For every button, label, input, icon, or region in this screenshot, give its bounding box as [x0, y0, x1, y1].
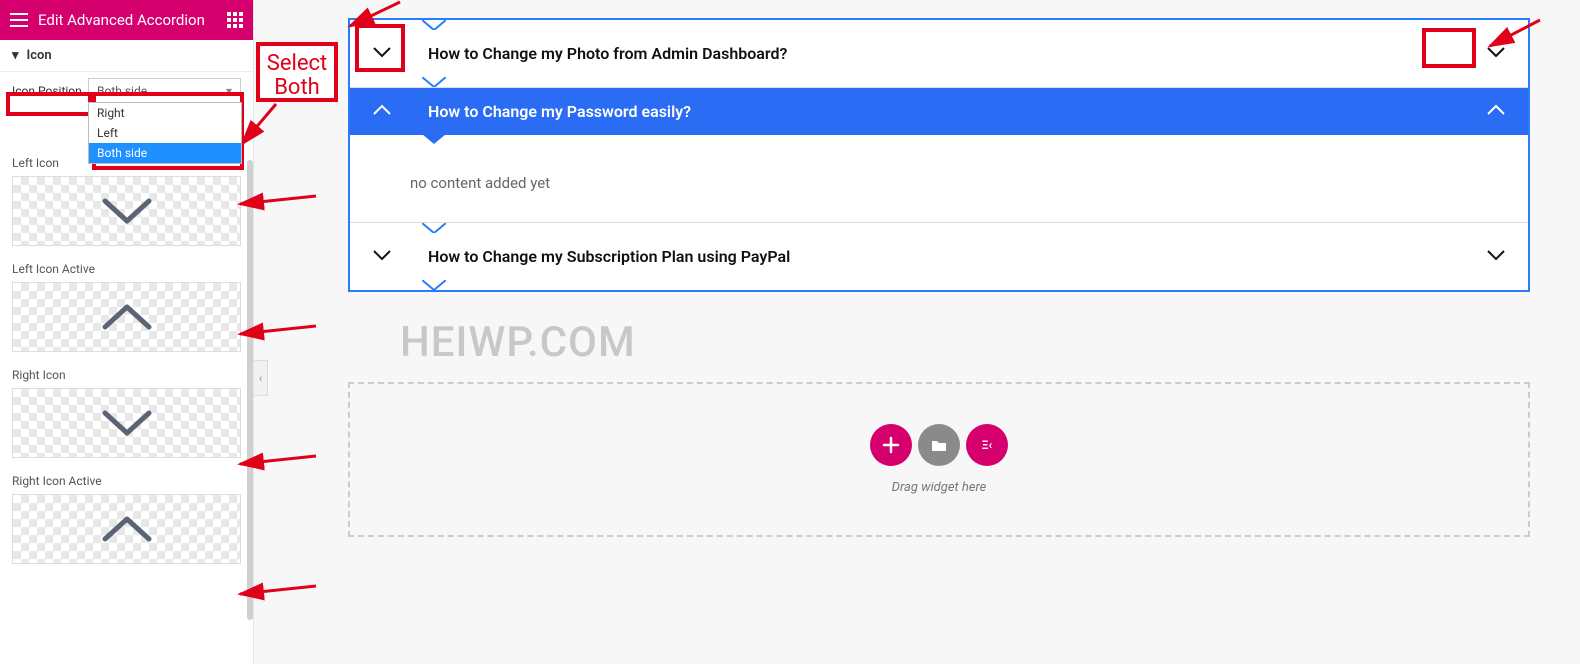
- section-icon-label: Icon: [27, 48, 52, 63]
- right-icon-active-preview[interactable]: [12, 494, 241, 564]
- right-icon-active-label: Right Icon Active: [0, 464, 253, 494]
- icon-position-option-both[interactable]: Both side: [89, 143, 241, 163]
- chevron-up-icon: [372, 102, 392, 121]
- accordion-item: How to Change my Password easily? no con…: [350, 88, 1528, 223]
- accordion-title: How to Change my Password easily?: [428, 102, 691, 121]
- left-icon-active-preview[interactable]: [12, 282, 241, 352]
- accordion-header-1[interactable]: How to Change my Photo from Admin Dashbo…: [350, 30, 1528, 77]
- left-icon-preview[interactable]: [12, 176, 241, 246]
- chevron-down-icon: [97, 405, 157, 441]
- sidebar-collapse-handle[interactable]: ‹: [254, 360, 268, 396]
- chevron-down-icon: [1486, 44, 1506, 63]
- drop-label: Drag widget here: [892, 480, 987, 495]
- accordion-body: no content added yet: [350, 144, 1528, 222]
- accordion-header-3[interactable]: How to Change my Subscription Plan using…: [350, 233, 1528, 280]
- left-icon-active-label: Left Icon Active: [0, 252, 253, 282]
- accordion-notch: [422, 223, 446, 233]
- sidebar-header: Edit Advanced Accordion: [0, 0, 253, 40]
- chevron-up-icon: [1486, 102, 1506, 121]
- drop-buttons: Ξ‹: [870, 424, 1008, 466]
- accordion-header-2[interactable]: How to Change my Password easily?: [350, 88, 1528, 135]
- elementskit-button[interactable]: Ξ‹: [966, 424, 1008, 466]
- icon-position-option-right[interactable]: Right: [89, 103, 241, 123]
- editor-sidebar: Edit Advanced Accordion ▾ Icon Icon Posi…: [0, 0, 254, 664]
- chevron-down-icon: [1486, 247, 1506, 266]
- chevron-down-icon: [372, 247, 392, 266]
- section-icon-toggle[interactable]: ▾ Icon: [0, 40, 253, 72]
- chevron-down-icon: ▾: [226, 84, 232, 98]
- accordion-notch: [422, 77, 446, 87]
- accordion-notch: [422, 20, 446, 30]
- icon-position-label: Icon Position: [12, 84, 88, 98]
- icon-position-dropdown: Right Left Both side: [88, 102, 242, 164]
- accordion-item: How to Change my Photo from Admin Dashbo…: [350, 30, 1528, 88]
- accordion-item: How to Change my Subscription Plan using…: [350, 223, 1528, 290]
- add-section-button[interactable]: [870, 424, 912, 466]
- plus-icon: [882, 436, 900, 454]
- right-icon-preview[interactable]: [12, 388, 241, 458]
- sidebar-scrollbar[interactable]: [247, 160, 253, 620]
- icon-position-row: Icon Position Both side ▾ Right Left Bot…: [0, 72, 253, 106]
- advanced-accordion-widget[interactable]: How to Change my Photo from Admin Dashbo…: [348, 18, 1530, 292]
- right-icon-label: Right Icon: [0, 358, 253, 388]
- accordion-title: How to Change my Photo from Admin Dashbo…: [428, 44, 787, 63]
- drop-widget-area[interactable]: Ξ‹ Drag widget here: [348, 382, 1530, 537]
- add-template-button[interactable]: [918, 424, 960, 466]
- svg-text:Ξ‹: Ξ‹: [982, 438, 993, 452]
- icon-position-value: Both side: [97, 84, 147, 98]
- caret-down-icon: ▾: [12, 48, 19, 63]
- sidebar-title: Edit Advanced Accordion: [38, 11, 205, 29]
- chevron-down-icon: [372, 44, 392, 63]
- accordion-notch: [422, 280, 446, 290]
- accordion-notch: [422, 134, 446, 144]
- chevron-up-icon: [97, 299, 157, 335]
- icon-position-option-left[interactable]: Left: [89, 123, 241, 143]
- folder-icon: [930, 436, 948, 454]
- widgets-grid-icon[interactable]: [227, 12, 243, 28]
- chevron-up-icon: [97, 511, 157, 547]
- chevron-down-icon: [97, 193, 157, 229]
- hamburger-icon[interactable]: [10, 13, 28, 27]
- editor-canvas: How to Change my Photo from Admin Dashbo…: [268, 0, 1580, 664]
- ek-icon: Ξ‹: [977, 435, 997, 455]
- icon-position-select[interactable]: Both side ▾: [88, 78, 241, 104]
- accordion-title: How to Change my Subscription Plan using…: [428, 247, 790, 266]
